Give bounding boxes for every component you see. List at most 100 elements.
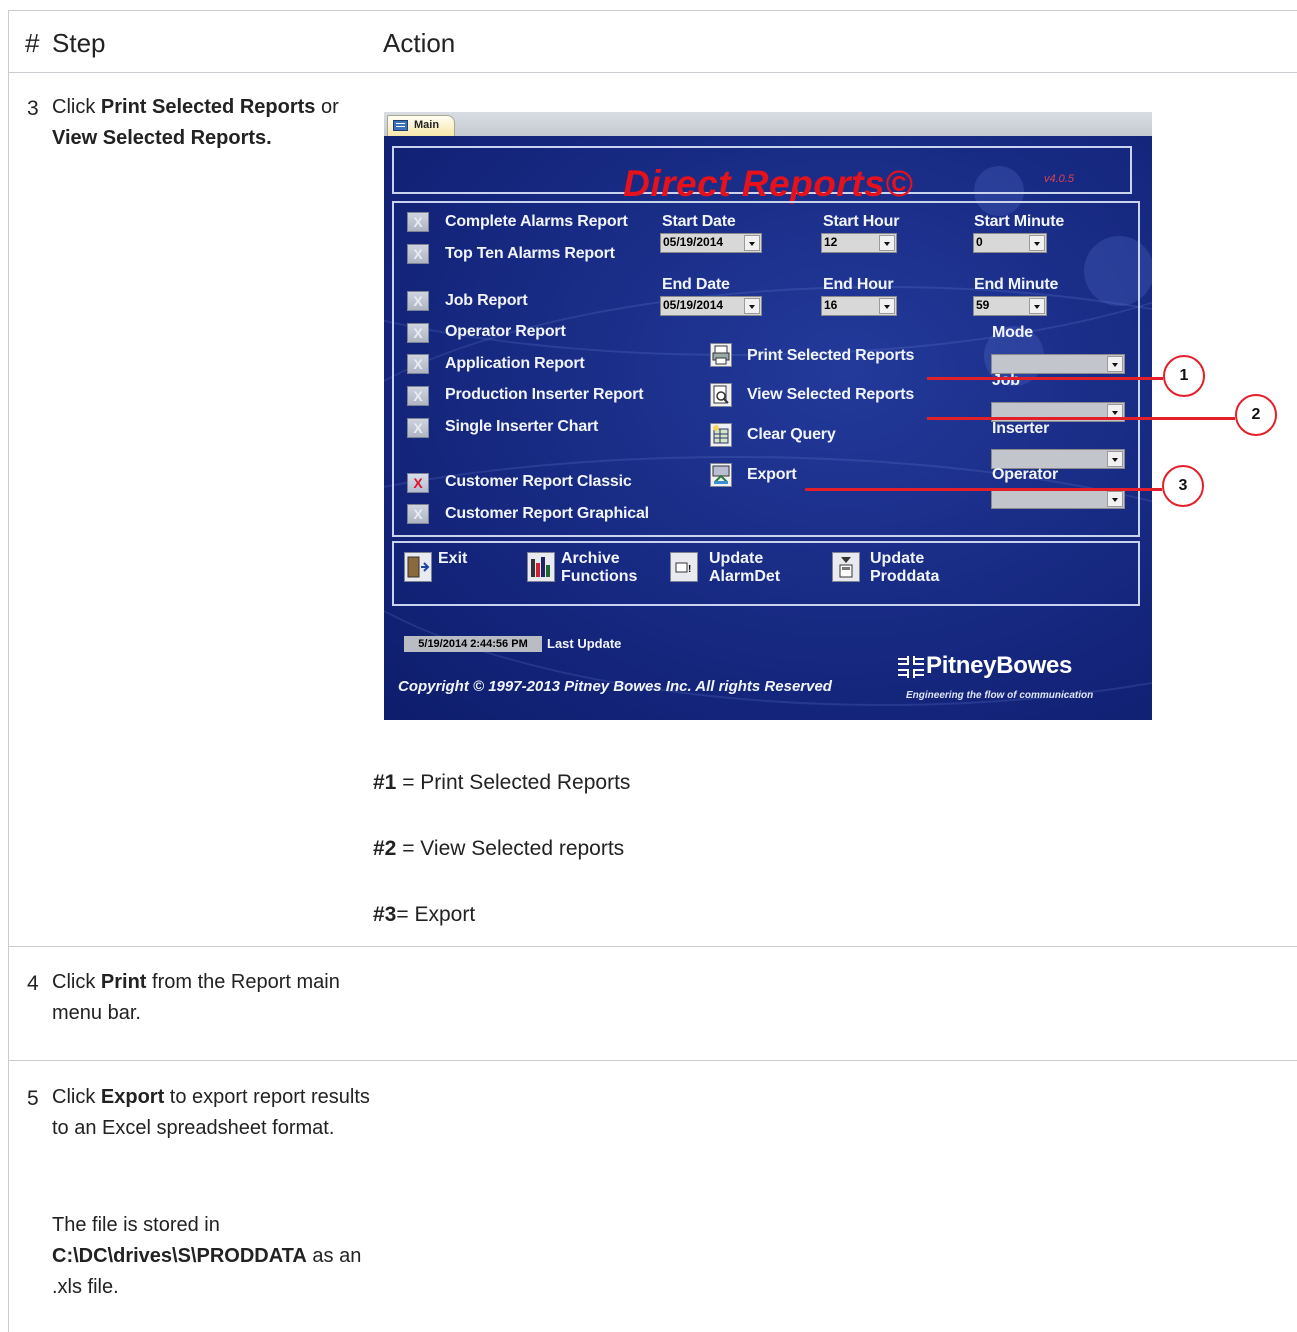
archive-functions-button[interactable] [527,552,555,582]
app-title: Direct Reports© [623,163,913,204]
dropdown-arrow-icon[interactable] [744,298,760,314]
checkbox-top-ten-alarms[interactable]: X [407,244,429,264]
update-proddata-label[interactable]: Update Proddata [870,550,939,586]
dropdown-arrow-icon[interactable] [1107,356,1123,372]
update-proddata-icon [839,557,853,578]
start-date-label: Start Date [662,213,736,230]
dropdown-arrow-icon[interactable] [879,298,895,314]
legend-item-2: #2 = View Selected reports [373,837,625,860]
export-button[interactable] [710,463,732,487]
report-label-customer-graphical: Customer Report Graphical [445,505,649,522]
copyright-text: Copyright © 1997-2013 Pitney Bowes Inc. … [398,678,832,695]
svg-text:!: ! [688,564,691,575]
export-label[interactable]: Export [747,466,797,484]
tab-main[interactable]: Main [387,115,455,136]
start-hour-label: Start Hour [823,213,900,230]
printer-icon [712,345,730,365]
dropdown-arrow-icon[interactable] [879,235,895,251]
update-alarmdet-label[interactable]: Update AlarmDet [709,550,780,586]
callout-circle-2: 2 [1235,394,1277,436]
form-icon [393,120,408,131]
dropdown-arrow-icon[interactable] [1029,235,1045,251]
report-label-application: Application Report [445,355,585,372]
report-label-production-inserter: Production Inserter Report [445,386,644,403]
view-button[interactable] [710,383,732,407]
dropdown-arrow-icon[interactable] [1029,298,1045,314]
archive-functions-label[interactable]: Archive Functions [561,550,637,586]
step-5-file-location: The file is stored in C:\DC\drives\S\PRO… [52,1214,362,1298]
row-number: 5 [27,1087,39,1110]
step-4-text: Click Print from the Report main menu ba… [52,971,340,1024]
operator-label: Operator [992,466,1058,483]
mode-combo[interactable] [991,354,1125,374]
checkbox-customer-report-graphical[interactable]: X [407,504,429,524]
header-action: Action [383,28,456,58]
procedure-table: # Step Action 3 Click Print Selected Rep… [8,10,1297,1332]
archive-icon [531,557,550,577]
checkbox-complete-alarms[interactable]: X [407,212,429,232]
update-proddata-button[interactable] [832,552,860,582]
version-label: v4.0.5 [1044,173,1074,185]
clear-query-icon [713,425,729,444]
checkbox-application-report[interactable]: X [407,354,429,374]
header-number: # [25,28,40,58]
dropdown-arrow-icon[interactable] [1107,491,1123,507]
start-minute-label: Start Minute [974,213,1065,230]
pitney-bowes-logo: PitneyBowes [926,652,1073,679]
preview-icon [713,385,729,404]
end-hour-combo[interactable]: 16 [821,296,897,316]
exit-door-icon [407,556,430,578]
end-minute-label: End Minute [974,276,1059,293]
callout-line-3 [805,488,1162,491]
clear-query-button[interactable] [710,423,732,447]
update-alarm-icon: ! [675,562,691,575]
export-icon [712,465,730,484]
end-date-combo[interactable]: 05/19/2014 [660,296,762,316]
last-update-label: Last Update [547,636,622,651]
legend-item-1: #1 = Print Selected Reports [373,771,631,794]
start-minute-combo[interactable]: 0 [973,233,1047,253]
checkbox-single-inserter-chart[interactable]: X [407,418,429,438]
report-label-job: Job Report [445,292,528,309]
report-label-top-ten-alarms: Top Ten Alarms Report [445,245,615,262]
tab-bar: Main [384,112,1152,136]
checkbox-production-inserter[interactable]: X [407,386,429,406]
operator-combo[interactable] [991,489,1125,509]
dropdown-arrow-icon[interactable] [1107,451,1123,467]
report-label-operator: Operator Report [445,323,566,340]
direct-reports-screenshot: Main Direct Reports© v4.0.5 X Complete A… [384,112,1152,720]
start-hour-combo[interactable]: 12 [821,233,897,253]
report-label-customer-classic: Customer Report Classic [445,473,632,490]
job-label: Job [992,372,1020,389]
legend-item-3: #3= Export [373,903,476,926]
checkbox-operator-report[interactable]: X [407,323,429,343]
exit-button[interactable] [404,552,432,582]
exit-label[interactable]: Exit [438,550,467,568]
header-divider [9,72,1297,73]
dropdown-arrow-icon[interactable] [744,235,760,251]
start-date-combo[interactable]: 05/19/2014 [660,233,762,253]
print-button[interactable] [710,343,732,367]
callout-line-1 [927,377,1163,380]
row-divider-3-4 [9,946,1297,947]
header-step: Step [52,28,106,58]
callout-circle-3: 3 [1162,465,1204,507]
checkbox-customer-report-classic[interactable]: X [407,473,429,493]
table-border-top [9,10,1297,11]
clear-query-label[interactable]: Clear Query [747,426,836,444]
print-selected-reports-label[interactable]: Print Selected Reports [747,347,914,365]
step-5-text: Click Export to export report results to… [52,1086,370,1139]
callout-circle-1: 1 [1163,355,1205,397]
row-number: 4 [27,972,39,995]
view-selected-reports-label[interactable]: View Selected Reports [747,386,914,404]
inserter-label: Inserter [992,420,1050,437]
end-minute-combo[interactable]: 59 [973,296,1047,316]
app-canvas: Direct Reports© v4.0.5 X Complete Alarms… [384,136,1152,720]
row-divider-4-5 [9,1060,1297,1061]
mode-label: Mode [992,324,1033,341]
update-alarmdet-button[interactable]: ! [670,552,698,582]
checkbox-job-report[interactable]: X [407,291,429,311]
report-label-complete-alarms: Complete Alarms Report [445,213,628,230]
row-number: 3 [27,97,39,120]
brand-tagline: Engineering the flow of communication [906,690,1094,701]
